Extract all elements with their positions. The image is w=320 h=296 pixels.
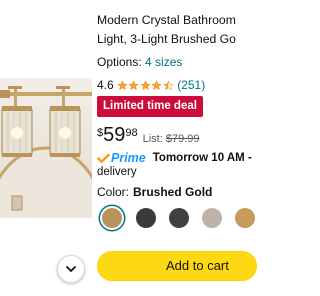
color-label: Color: [97,185,130,199]
rating-stars [117,79,175,91]
options-sizes-link[interactable]: 4 sizes [145,55,182,69]
star-icon [117,79,128,90]
color-swatch[interactable] [202,208,222,228]
list-price-label: List: [142,133,163,145]
product-title[interactable]: Modern Crystal Bathroom Light, 3-Light B… [97,11,257,49]
star-icon [140,79,151,90]
star-icon [151,79,162,90]
deal-badge: Limited time deal [97,96,203,117]
add-to-cart-button[interactable]: Add to cart [97,251,257,281]
list-price-value: $79.99 [165,133,200,145]
price-fraction: 98 [125,127,138,139]
color-swatch[interactable] [136,208,156,228]
rating-value: 4.6 [97,78,114,92]
rating-row[interactable]: 4.6 (251) [97,78,205,92]
expand-images-button[interactable] [57,255,85,283]
delivery-date: Tomorrow 10 AM - [152,152,252,164]
review-count[interactable]: (251) [177,78,205,92]
vanity-light-illustration [0,86,92,296]
prime-label: Prime [111,151,146,165]
options-label: Options: [97,55,142,69]
product-photo-scene [0,78,92,296]
color-row: Color: Brushed Gold [97,185,212,199]
chevron-down-icon [66,266,76,272]
color-swatch[interactable] [102,208,122,228]
star-icon [128,79,139,90]
price-whole: 59 [103,124,126,146]
list-price: List: $79.99 [143,133,200,145]
prime-delivery-row: Prime Tomorrow 10 AM - [97,151,252,165]
color-swatches [97,208,257,230]
color-swatch[interactable] [235,208,255,228]
color-value: Brushed Gold [133,185,213,199]
prime-check-icon [97,153,110,163]
product-image[interactable] [0,0,92,296]
product-title-line-2: Light, 3-Light Brushed Go [97,32,236,46]
price-row: $ 59 98 List: $79.99 [97,124,200,146]
options-row: Options: 4 sizes [97,55,182,69]
half-star-icon [163,79,174,90]
color-swatch[interactable] [169,208,189,228]
delivery-text: delivery [97,166,137,178]
product-title-line-1: Modern Crystal Bathroom [97,13,236,27]
